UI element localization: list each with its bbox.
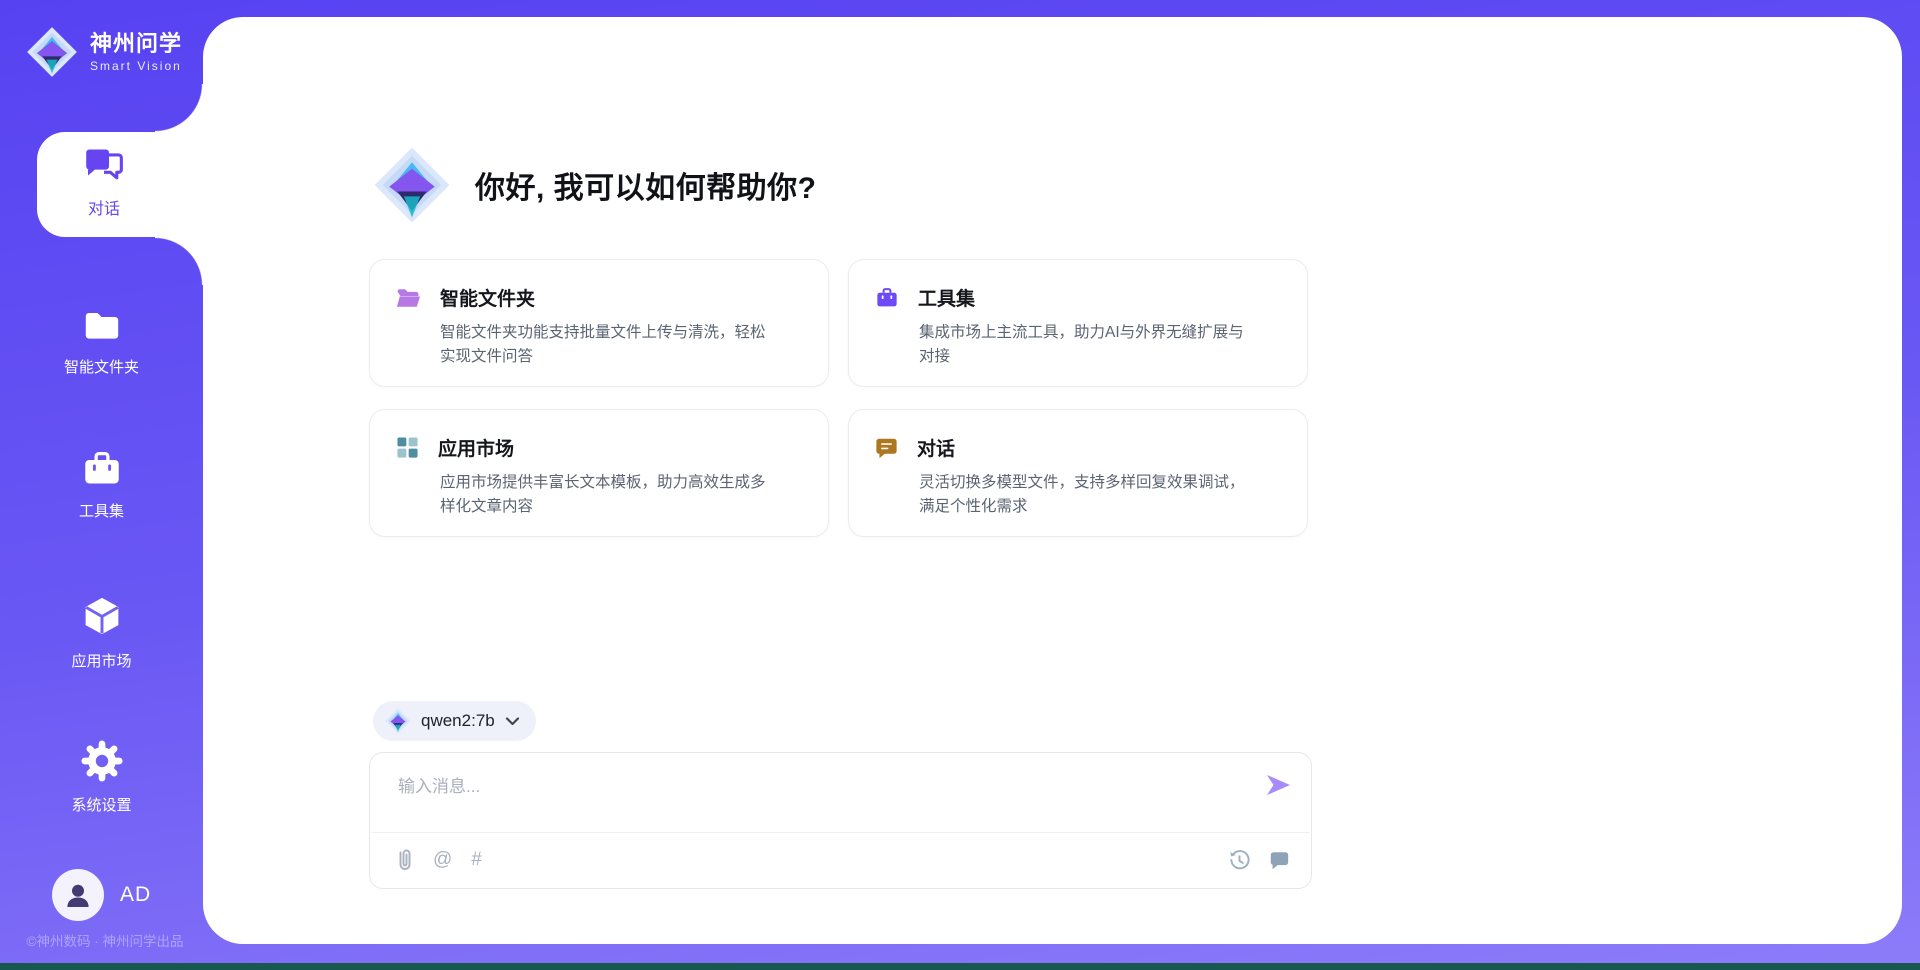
brand-diamond-icon	[26, 26, 78, 78]
app-name: 神州问学	[90, 32, 182, 56]
avatar	[52, 869, 104, 921]
card-description: 灵活切换多模型文件，支持多样回复效果调试，满足个性化需求	[919, 471, 1255, 519]
sidebar-item-label: 对话	[37, 195, 171, 219]
sidebar-item-label: 系统设置	[0, 794, 203, 815]
composer-divider	[371, 832, 1310, 833]
card-chat[interactable]: 对话 灵活切换多模型文件，支持多样回复效果调试，满足个性化需求	[848, 409, 1308, 537]
grid-icon	[396, 436, 419, 459]
chat-bubbles-icon	[82, 144, 126, 186]
card-description: 集成市场上主流工具，助力AI与外界无缝扩展与对接	[919, 321, 1255, 369]
user-initials: AD	[120, 883, 151, 907]
model-selector[interactable]: qwen2:7b	[373, 701, 536, 741]
bottom-strip	[0, 963, 1920, 970]
card-title: 应用市场	[438, 434, 514, 461]
history-icon[interactable]	[1228, 849, 1251, 872]
sidebar-item-settings[interactable]: 系统设置	[0, 740, 203, 815]
briefcase-icon	[875, 287, 899, 309]
chat-square-icon	[875, 437, 898, 459]
message-composer: @ #	[369, 752, 1312, 889]
card-description: 应用市场提供丰富长文本模板，助力高效生成多样化文章内容	[440, 471, 776, 519]
cube-icon	[82, 594, 122, 638]
send-button[interactable]	[1261, 769, 1295, 803]
mention-icon[interactable]: @	[433, 847, 452, 873]
message-input[interactable]	[396, 771, 1240, 803]
folder-icon	[81, 308, 123, 344]
card-app-market[interactable]: 应用市场 应用市场提供丰富长文本模板，助力高效生成多样化文章内容	[369, 409, 829, 537]
greeting-row: 你好, 我可以如何帮助你?	[373, 146, 817, 224]
card-title: 工具集	[918, 284, 975, 311]
sidebar-item-toolset[interactable]: 工具集	[0, 450, 203, 521]
paperclip-icon[interactable]	[396, 848, 414, 872]
greeting-diamond-icon	[373, 146, 451, 224]
model-diamond-icon	[385, 708, 411, 734]
chevron-down-icon	[505, 716, 520, 727]
card-toolset[interactable]: 工具集 集成市场上主流工具，助力AI与外界无缝扩展与对接	[848, 259, 1308, 387]
brand-logo: 神州问学 Smart Vision	[26, 26, 182, 78]
app-window: 神州问学 Smart Vision 对话 智能文件夹 工具集	[0, 0, 1920, 970]
app-tagline: Smart Vision	[90, 59, 182, 73]
card-description: 智能文件夹功能支持批量文件上传与清洗，轻松实现文件问答	[440, 321, 776, 369]
model-name: qwen2:7b	[421, 711, 495, 731]
card-smart-folder[interactable]: 智能文件夹 智能文件夹功能支持批量文件上传与清洗，轻松实现文件问答	[369, 259, 829, 387]
active-tab-curve-bottom	[155, 237, 203, 285]
composer-tools-left: @ #	[396, 847, 482, 873]
sidebar-item-smart-folder[interactable]: 智能文件夹	[0, 308, 203, 377]
card-title: 对话	[917, 434, 955, 461]
gear-icon	[81, 740, 123, 782]
sidebar-item-label: 应用市场	[0, 650, 203, 671]
hashtag-icon[interactable]: #	[471, 847, 482, 873]
card-title: 智能文件夹	[440, 284, 535, 311]
active-tab-curve-top	[155, 84, 203, 132]
feedback-bubble-icon[interactable]	[1268, 850, 1290, 871]
composer-tools-right	[1228, 849, 1290, 872]
feature-cards: 智能文件夹 智能文件夹功能支持批量文件上传与清洗，轻松实现文件问答 工具集 集成…	[369, 259, 1312, 537]
paper-plane-icon	[1263, 770, 1293, 800]
sidebar-item-app-market[interactable]: 应用市场	[0, 594, 203, 671]
copyright-text: ©神州数码 · 神州问学出品	[0, 930, 210, 950]
sidebar-item-label: 工具集	[0, 500, 203, 521]
user-chip[interactable]: AD	[52, 869, 151, 921]
briefcase-icon	[81, 450, 123, 488]
sidebar-item-label: 智能文件夹	[0, 356, 203, 377]
greeting-text: 你好, 我可以如何帮助你?	[475, 163, 817, 207]
sidebar-item-chat[interactable]: 对话	[37, 132, 207, 237]
person-icon	[61, 878, 95, 912]
open-folder-icon	[396, 287, 421, 309]
